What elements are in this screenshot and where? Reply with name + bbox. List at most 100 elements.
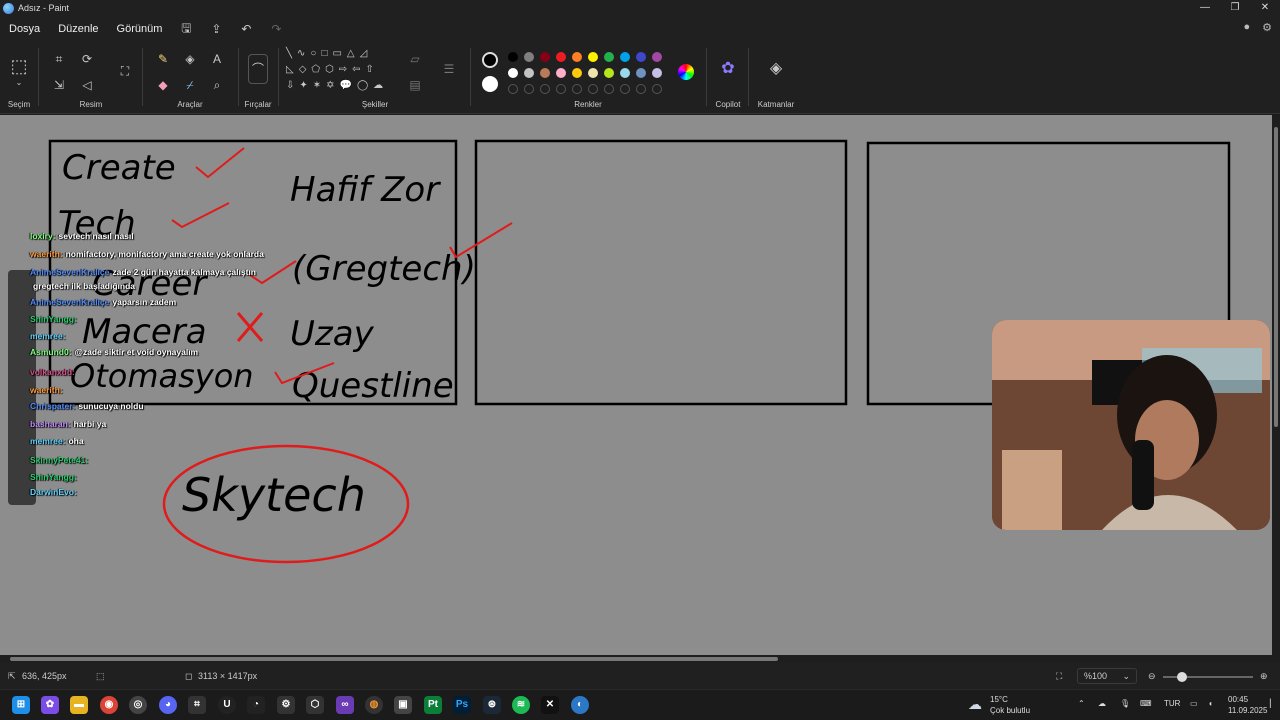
paint-taskbar-icon[interactable]: ◐ xyxy=(571,696,589,714)
select-rect-icon[interactable]: ⬚ xyxy=(10,56,28,77)
vertical-scrollbar[interactable] xyxy=(1272,115,1280,655)
app-icon[interactable]: ▣ xyxy=(394,696,412,714)
color-wheel-icon[interactable] xyxy=(678,64,694,80)
custom-color-slot[interactable] xyxy=(556,84,566,94)
obs-icon[interactable]: ◎ xyxy=(129,696,147,714)
rotate-icon[interactable]: ⟳ xyxy=(78,52,96,66)
color-swatch[interactable] xyxy=(588,68,598,78)
share-icon[interactable]: ⇪ xyxy=(201,22,231,36)
fit-icon[interactable]: ⛶ xyxy=(1056,671,1062,682)
custom-color-slot[interactable] xyxy=(508,84,518,94)
shapes-row-3-icon[interactable]: ⇩✦✶✡💬◯☁ xyxy=(286,80,396,91)
zoom-slider-knob[interactable] xyxy=(1177,672,1187,682)
color-swatch[interactable] xyxy=(524,68,534,78)
brush-icon[interactable]: ⌒ xyxy=(248,54,268,84)
color-swatch[interactable] xyxy=(636,52,646,62)
cloud-icon[interactable]: ☁ xyxy=(1098,699,1106,708)
app-icon[interactable]: ✕ xyxy=(541,696,559,714)
eraser-icon[interactable]: ◆ xyxy=(154,78,172,92)
photoshop-icon[interactable]: Ps xyxy=(453,696,471,714)
color-swatch[interactable] xyxy=(572,68,582,78)
spotify-icon[interactable]: ≋ xyxy=(512,696,530,714)
color-swatch[interactable] xyxy=(524,52,534,62)
zoom-in-icon[interactable]: ⊕ xyxy=(1260,671,1268,682)
save-icon[interactable]: 🖫 xyxy=(171,19,201,40)
redo-icon[interactable]: ↷ xyxy=(261,22,291,36)
custom-color-slot[interactable] xyxy=(604,84,614,94)
shape-size-icon[interactable]: ☰ xyxy=(440,62,458,76)
color-swatch[interactable] xyxy=(540,52,550,62)
vertical-scroll-thumb[interactable] xyxy=(1274,127,1278,427)
color-swatch[interactable] xyxy=(540,68,550,78)
menu-file[interactable]: Dosya xyxy=(0,23,49,35)
canvas-area[interactable]: Create Tech Career Macera Otomasyon Hafi… xyxy=(0,115,1272,655)
unreal-icon[interactable]: U xyxy=(218,696,236,714)
copilot-taskbar-icon[interactable]: ✿ xyxy=(41,696,59,714)
color-swatch[interactable] xyxy=(636,68,646,78)
menu-edit[interactable]: Düzenle xyxy=(49,23,107,35)
color-swatch[interactable] xyxy=(652,68,662,78)
layers-icon[interactable]: ◈ xyxy=(767,58,785,78)
steam-icon[interactable]: ⊛ xyxy=(483,696,501,714)
image-select-icon[interactable]: ⛶ xyxy=(116,64,134,79)
clock-date[interactable]: 11.09.2025 xyxy=(1228,706,1267,715)
text-icon[interactable]: A xyxy=(208,52,226,66)
menu-view[interactable]: Görünüm xyxy=(108,23,172,35)
color-swatch[interactable] xyxy=(556,68,566,78)
account-icon[interactable]: ● xyxy=(1243,21,1250,34)
chevron-down-icon[interactable]: ⌄ xyxy=(10,78,28,87)
app-icon[interactable]: ⌗ xyxy=(188,696,206,714)
chrome-icon[interactable]: ◉ xyxy=(100,696,118,714)
chevron-up-icon[interactable]: ⌃ xyxy=(1078,699,1085,708)
file-explorer-icon[interactable]: ▬ xyxy=(70,696,88,714)
volume-icon[interactable]: ◖ xyxy=(1208,699,1213,708)
keyboard-icon[interactable]: ⌨ xyxy=(1140,699,1152,708)
discord-icon[interactable]: ◕ xyxy=(159,696,177,714)
restore-icon[interactable]: ❐ xyxy=(1220,0,1250,16)
zoom-slider[interactable] xyxy=(1163,672,1253,682)
shapes-row-1-icon[interactable]: ╲∿○□▭△◿ xyxy=(286,48,396,59)
custom-color-slot[interactable] xyxy=(620,84,630,94)
primary-color[interactable] xyxy=(482,52,498,68)
weather-temp[interactable]: 15°C xyxy=(990,695,1008,704)
zoom-select[interactable]: %100 ⌄ xyxy=(1077,668,1137,684)
custom-color-slot[interactable] xyxy=(588,84,598,94)
color-swatch[interactable] xyxy=(588,52,598,62)
resize-icon[interactable]: ⇲ xyxy=(50,78,68,92)
start-icon[interactable]: ⊞ xyxy=(12,696,30,714)
secondary-color[interactable] xyxy=(482,76,498,92)
color-swatch[interactable] xyxy=(604,52,614,62)
fill-icon[interactable]: ◈ xyxy=(181,52,199,66)
outline-icon[interactable]: ▱ xyxy=(406,52,424,66)
mic-icon[interactable]: 🎙 xyxy=(1120,699,1130,708)
crop-icon[interactable]: ⌗ xyxy=(50,52,68,67)
shapes-row-2-icon[interactable]: ◺◇⬠⬡⇨⇦⇧ xyxy=(286,64,396,75)
github-icon[interactable]: ◔ xyxy=(247,696,265,714)
custom-color-slot[interactable] xyxy=(636,84,646,94)
app-icon[interactable]: ⬡ xyxy=(306,696,324,714)
minimize-icon[interactable]: — xyxy=(1190,0,1220,16)
color-swatch[interactable] xyxy=(652,52,662,62)
network-icon[interactable]: ▭ xyxy=(1190,699,1198,708)
shape-fill-icon[interactable]: ▤ xyxy=(406,78,424,92)
flip-icon[interactable]: ◁ xyxy=(78,78,96,92)
language-indicator[interactable]: TUR xyxy=(1164,699,1180,708)
color-swatch[interactable] xyxy=(620,52,630,62)
settings-icon[interactable]: ⚙ xyxy=(1262,21,1272,34)
custom-color-slot[interactable] xyxy=(524,84,534,94)
color-picker-icon[interactable]: ⌿ xyxy=(181,78,199,93)
horizontal-scroll-thumb[interactable] xyxy=(10,657,778,661)
clock-time[interactable]: 00:45 xyxy=(1228,695,1248,704)
custom-color-slot[interactable] xyxy=(572,84,582,94)
horizontal-scrollbar[interactable] xyxy=(0,655,1280,663)
app-icon[interactable]: ⚙ xyxy=(277,696,295,714)
notification-icon[interactable]: ▏ xyxy=(1270,699,1276,708)
weather-desc[interactable]: Çok bulutlu xyxy=(990,706,1030,715)
close-icon[interactable]: ✕ xyxy=(1250,0,1280,16)
custom-color-slot[interactable] xyxy=(652,84,662,94)
color-swatch[interactable] xyxy=(508,52,518,62)
pycharm-icon[interactable]: Pt xyxy=(424,696,442,714)
color-swatch[interactable] xyxy=(620,68,630,78)
weather-icon[interactable]: ☁ xyxy=(968,696,982,713)
zoom-out-icon[interactable]: ⊖ xyxy=(1148,671,1156,682)
